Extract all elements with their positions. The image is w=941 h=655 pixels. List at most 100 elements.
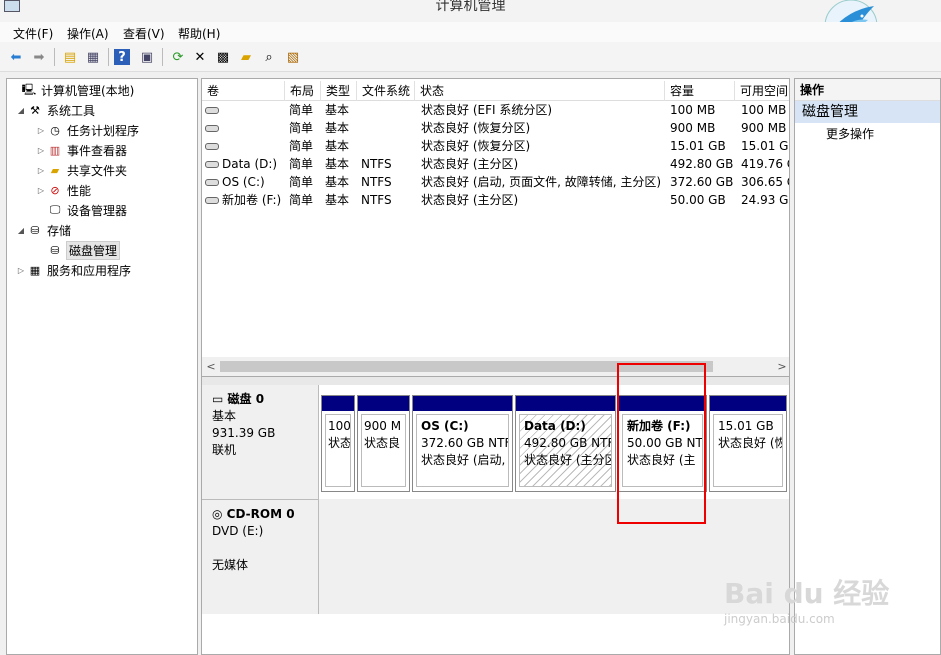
drive-icon [205, 143, 219, 150]
filesystem-cell: NTFS [361, 157, 392, 171]
cdrom-icon: ◎ [212, 507, 223, 521]
partition-data-d[interactable]: Data (D:) 492.80 GB NTFS 状态良好 (主分区 [515, 395, 616, 492]
partition-size: 15.01 GB [718, 419, 774, 433]
scroll-right-icon[interactable]: > [773, 357, 789, 376]
partition-recovery-15gb[interactable]: 15.01 GB 状态良好 (恢 [709, 395, 787, 492]
actions-section-disk-management[interactable]: 磁盘管理 [795, 101, 940, 123]
up-folder-icon[interactable]: ▤ [60, 47, 80, 67]
title-bar: 计算机管理 [0, 0, 941, 52]
more-actions-link[interactable]: 更多操作 [795, 123, 940, 145]
tree-expander[interactable]: ▷ [35, 186, 47, 195]
tree-item-event-viewer[interactable]: ▷ ▥ 事件查看器 [35, 140, 127, 160]
baidu-watermark: Bai du 经验 jingyan.baidu.com [724, 572, 894, 630]
hdd-icon: ▭ [212, 392, 224, 406]
partition-efi[interactable]: 100 状态 [321, 395, 355, 492]
tree-item-performance[interactable]: ▷ ⊘ 性能 [35, 180, 91, 200]
partition-bar [516, 396, 615, 411]
partition-bar [322, 396, 354, 411]
back-icon[interactable]: ⬅ [6, 47, 26, 67]
menu-bar: 文件(F) 操作(A) 查看(V) 帮助(H) [0, 22, 941, 42]
help-icon[interactable]: ? [114, 49, 130, 65]
scroll-left-icon[interactable]: < [202, 357, 220, 376]
tree-item-task-scheduler[interactable]: ▷ ◷ 任务计划程序 [35, 120, 139, 140]
storage-icon: ⛁ [30, 223, 40, 237]
tree-expander[interactable]: ◢ [15, 106, 27, 115]
table-row[interactable]: 简单 基本 状态良好 (恢复分区) 15.01 GB 15.01 GB [202, 137, 789, 155]
status-cell: 状态良好 (恢复分区) [421, 139, 531, 153]
delete-icon[interactable]: ✕ [190, 47, 210, 67]
cdrom-media: 无媒体 [212, 558, 249, 572]
tree-item-shared-folders[interactable]: ▷ ▰ 共享文件夹 [35, 160, 127, 180]
column-header-layout[interactable]: 布局 [285, 81, 321, 101]
highlight-box [617, 363, 706, 524]
search-icon[interactable]: ⌕ [259, 47, 279, 67]
partition-bar [413, 396, 512, 411]
free-space-cell: 100 MB [741, 103, 787, 117]
partition-bar [710, 396, 786, 411]
capacity-cell: 15.01 GB [670, 139, 726, 153]
type-cell: 基本 [325, 157, 350, 171]
column-header-capacity[interactable]: 容量 [665, 81, 735, 101]
table-row[interactable]: 简单 基本 状态良好 (恢复分区) 900 MB 900 MB [202, 119, 789, 137]
tree-item-label: 性能 [67, 183, 92, 198]
partition-name: Data (D:) [524, 419, 586, 433]
cdrom-0-label[interactable]: ◎ CD-ROM 0 DVD (E:) 无媒体 [202, 499, 319, 614]
tree-expander[interactable]: ▷ [35, 146, 47, 155]
tree-expander[interactable]: ◢ [15, 226, 27, 235]
menu-view[interactable]: 查看(V) [123, 25, 165, 42]
menu-file[interactable]: 文件(F) [13, 25, 53, 42]
partition-bar [358, 396, 409, 411]
properties-icon[interactable]: ▩ [213, 47, 233, 67]
tree-expander[interactable]: ▷ [35, 166, 47, 175]
tree-expander[interactable]: ▷ [15, 266, 27, 275]
table-row[interactable]: Data (D:) 简单 基本 NTFS 状态良好 (主分区) 492.80 G… [202, 155, 789, 173]
type-cell: 基本 [325, 103, 350, 117]
forward-icon[interactable]: ➡ [29, 47, 49, 67]
column-header-filesystem[interactable]: 文件系统 [357, 81, 415, 101]
tree-item-storage[interactable]: ◢ ⛁ 存储 [15, 220, 71, 240]
computer-icon: 🖳 [21, 82, 37, 96]
tree-item-label: 设备管理器 [67, 203, 128, 218]
tree-item-label: 任务计划程序 [67, 123, 140, 138]
column-header-free-space[interactable]: 可用空间 [735, 81, 789, 101]
watermark-brand: Bai du 经验 [724, 577, 890, 610]
menu-action[interactable]: 操作(A) [67, 25, 109, 42]
toolbar: ⬅ ➡ ▤ ▦ ? ▣ ⟳ ✕ ▩ ▰ ⌕ ▧ [0, 42, 941, 72]
partition-size: 492.80 GB NTFS [524, 436, 612, 450]
partition-status: 状态良好 (启动, [421, 453, 506, 467]
status-cell: 状态良好 (主分区) [421, 157, 519, 171]
partition-recovery-900mb[interactable]: 900 M 状态良 [357, 395, 410, 492]
menu-help[interactable]: 帮助(H) [178, 25, 220, 42]
performance-icon: ⊘ [50, 183, 60, 197]
layout-cell: 简单 [289, 139, 314, 153]
tree-item-services-applications[interactable]: ▷ ▦ 服务和应用程序 [15, 260, 131, 280]
table-row[interactable]: OS (C:) 简单 基本 NTFS 状态良好 (启动, 页面文件, 故障转储,… [202, 173, 789, 191]
cdrom-drive: DVD (E:) [212, 524, 264, 538]
toolbar-separator [162, 48, 163, 66]
tools-icon: ⚒ [30, 103, 40, 117]
partition-size: 100 [328, 419, 351, 433]
partition-os-c[interactable]: OS (C:) 372.60 GB NTF 状态良好 (启动, [412, 395, 513, 492]
open-icon[interactable]: ▰ [236, 47, 256, 67]
table-row[interactable]: 新加卷 (F:) 简单 基本 NTFS 状态良好 (主分区) 50.00 GB … [202, 191, 789, 209]
table-row[interactable]: 简单 基本 状态良好 (EFI 系统分区) 100 MB 100 MB [202, 101, 789, 119]
column-header-volume[interactable]: 卷 [202, 81, 285, 101]
tree-item-computer-management[interactable]: 🖳 计算机管理(本地) [9, 80, 135, 100]
column-header-type[interactable]: 类型 [321, 81, 357, 101]
show-hide-tree-icon[interactable]: ▦ [83, 47, 103, 67]
console-view-icon[interactable]: ▣ [137, 47, 157, 67]
settings-icon[interactable]: ▧ [283, 47, 303, 67]
tree-item-device-manager[interactable]: 🖵 设备管理器 [35, 200, 127, 220]
disk-0-label[interactable]: ▭ 磁盘 0 基本 931.39 GB 联机 [202, 385, 319, 499]
services-icon: ▦ [29, 263, 41, 277]
tree-item-system-tools[interactable]: ◢ ⚒ 系统工具 [15, 100, 95, 120]
drive-icon [205, 179, 219, 186]
drive-icon [205, 107, 219, 114]
tree-expander[interactable]: ▷ [35, 126, 47, 135]
column-header-status[interactable]: 状态 [415, 81, 665, 101]
status-cell: 状态良好 (EFI 系统分区) [421, 103, 553, 117]
tree-item-disk-management[interactable]: ⛁ 磁盘管理 [35, 240, 121, 260]
actions-header: 操作 [795, 79, 940, 101]
refresh-icon[interactable]: ⟳ [168, 47, 188, 67]
free-space-cell: 24.93 GB [741, 193, 789, 207]
